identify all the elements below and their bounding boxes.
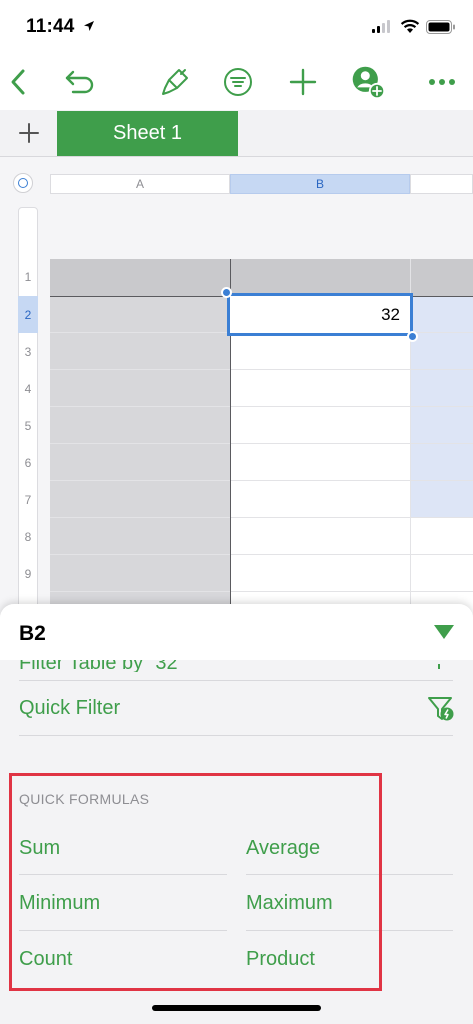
selection-handle-bottom[interactable] (407, 331, 418, 342)
selected-cell-b2[interactable]: 32 (227, 293, 413, 336)
column-header-b[interactable]: B (230, 174, 410, 194)
undo-button[interactable] (62, 64, 98, 100)
collaborate-button[interactable] (350, 64, 386, 100)
sort-filter-icon (224, 68, 252, 96)
format-button[interactable] (157, 64, 193, 100)
selection-handle-top[interactable] (221, 287, 232, 298)
chevron-left-icon (11, 69, 25, 95)
column-header-c[interactable] (410, 174, 473, 194)
battery-icon (426, 20, 455, 34)
organize-button[interactable] (220, 64, 256, 100)
location-arrow-icon (84, 21, 94, 31)
panel-header (0, 604, 473, 660)
row-header-8[interactable]: 8 (18, 518, 38, 555)
panel-title: B2 (19, 622, 46, 645)
row-header-5[interactable]: 5 (18, 407, 38, 444)
row-header-4[interactable]: 4 (18, 370, 38, 407)
select-all-button[interactable] (13, 173, 33, 193)
filter-table-item[interactable]: Filter Table by “32” (19, 660, 184, 672)
column-header-a[interactable]: A (50, 174, 230, 194)
more-button[interactable] (424, 64, 460, 100)
row-header-3[interactable]: 3 (18, 333, 38, 370)
row-header-9[interactable]: 9 (18, 555, 38, 592)
plus-icon (19, 123, 39, 143)
ellipsis-icon (429, 79, 455, 85)
row-header-2[interactable]: 2 (18, 296, 38, 333)
quick-filter-item[interactable]: Quick Filter (19, 697, 120, 720)
filter-funnel-icon[interactable] (427, 695, 455, 723)
status-time: 11:44 (26, 16, 75, 37)
wifi-icon (400, 19, 420, 33)
back-button[interactable] (0, 64, 36, 100)
tab-sheet-1[interactable]: Sheet 1 (57, 111, 238, 156)
plus-icon (289, 68, 317, 96)
cellular-signal-icon (372, 20, 390, 33)
row-header-7[interactable]: 7 (18, 481, 38, 518)
add-sheet-button[interactable] (4, 110, 54, 156)
collapse-triangle-icon[interactable] (433, 624, 455, 640)
quick-formulas-highlight-box (9, 773, 382, 991)
insert-button[interactable] (285, 64, 321, 100)
filter-item-icon (434, 660, 444, 669)
add-person-icon (352, 66, 386, 100)
row-header-1[interactable]: 1 (18, 259, 38, 295)
undo-icon (65, 70, 94, 94)
paintbrush-icon (162, 69, 188, 95)
home-indicator[interactable] (152, 1005, 321, 1011)
row-header-6[interactable]: 6 (18, 444, 38, 481)
